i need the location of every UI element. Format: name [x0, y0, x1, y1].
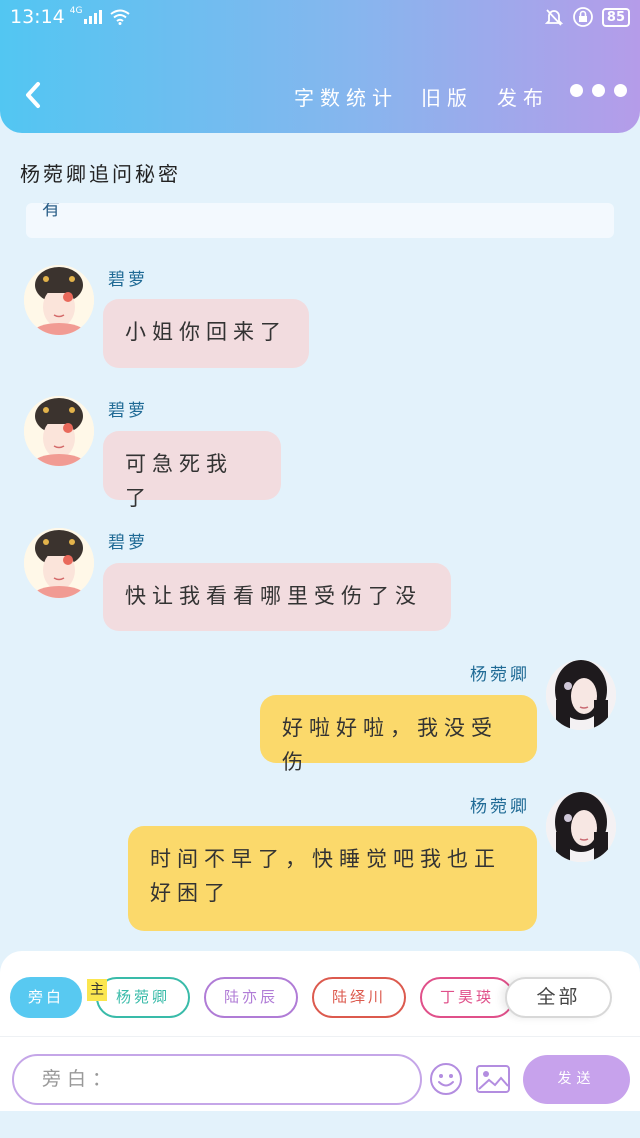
- avatar-biluo[interactable]: [24, 396, 94, 466]
- previous-message-fragment: 有: [42, 203, 60, 220]
- message-bubble-left[interactable]: 快让我看看哪里受伤了没: [103, 563, 451, 631]
- main-role-badge: 主: [87, 979, 107, 1001]
- back-arrow-icon[interactable]: [20, 78, 50, 112]
- composer-panel: 旁白 杨菀卿 主 陆亦辰 陆绎川 丁昊瑛 全部 旁白： 发送: [0, 951, 640, 1111]
- old-version-button[interactable]: 旧版: [421, 82, 473, 111]
- word-count-button[interactable]: 字数统计: [294, 82, 398, 111]
- status-right: 85: [544, 6, 630, 28]
- lock-rotation-icon: [573, 7, 593, 27]
- previous-message-card: 有: [26, 203, 614, 238]
- image-icon[interactable]: [475, 1064, 511, 1094]
- message-bubble-right[interactable]: 好啦好啦，我没受伤: [260, 695, 537, 774]
- role-chip-lu-yichuan[interactable]: 陆绎川: [312, 977, 406, 1018]
- message-bubble-left[interactable]: 小姐你回来了: [103, 299, 309, 368]
- avatar-portrait-icon: [546, 792, 616, 862]
- speaker-name: 碧萝: [108, 533, 148, 553]
- avatar-portrait-icon: [24, 265, 94, 335]
- message-bubble-left[interactable]: 可急死我了: [103, 431, 281, 510]
- app-header: 13:14 4G 85 字数统计 旧版 发布: [0, 0, 640, 133]
- divider: [0, 1036, 640, 1037]
- role-chip-narrator[interactable]: 旁白: [10, 977, 82, 1018]
- nav-bar: 字数统计 旧版 发布: [0, 70, 640, 120]
- chat-title: 杨菀卿追问秘密: [20, 162, 181, 186]
- wifi-icon: [110, 9, 131, 25]
- message-input[interactable]: 旁白：: [12, 1054, 422, 1105]
- avatar-portrait-icon: [24, 396, 94, 466]
- message-bubble-right[interactable]: 时间不早了，快睡觉吧我也正好困了: [128, 826, 537, 931]
- publish-button[interactable]: 发布: [497, 82, 549, 111]
- more-dot-icon: [570, 84, 583, 97]
- avatar-biluo[interactable]: [24, 265, 94, 335]
- status-bar: 13:14 4G 85: [0, 0, 640, 34]
- avatar-yang-wanqing[interactable]: [546, 660, 616, 730]
- battery-indicator: 85: [601, 7, 630, 27]
- more-options-button[interactable]: [570, 84, 627, 97]
- bell-muted-icon: [544, 9, 564, 26]
- role-chip-ding-haoying[interactable]: 丁昊瑛: [420, 977, 514, 1018]
- status-time: 13:14: [10, 6, 65, 28]
- role-chip-yang-wanqing[interactable]: 杨菀卿: [96, 977, 190, 1018]
- network-type: 4G: [69, 5, 83, 16]
- speaker-name: 碧萝: [108, 270, 148, 290]
- more-dot-icon: [592, 84, 605, 97]
- speaker-name: 碧萝: [108, 401, 148, 421]
- send-button[interactable]: 发送: [523, 1055, 630, 1104]
- speaker-name: 杨菀卿: [470, 665, 530, 685]
- avatar-biluo[interactable]: [24, 528, 94, 598]
- signal-icon: [84, 10, 103, 24]
- role-chip-lu-yichen[interactable]: 陆亦辰: [204, 977, 298, 1018]
- bottom-strip: [0, 1111, 640, 1138]
- avatar-portrait-icon: [546, 660, 616, 730]
- emoji-icon[interactable]: [429, 1062, 463, 1096]
- more-dot-icon: [614, 84, 627, 97]
- speaker-name: 杨菀卿: [470, 797, 530, 817]
- avatar-portrait-icon: [24, 528, 94, 598]
- avatar-yang-wanqing[interactable]: [546, 792, 616, 862]
- all-roles-button[interactable]: 全部: [505, 977, 612, 1018]
